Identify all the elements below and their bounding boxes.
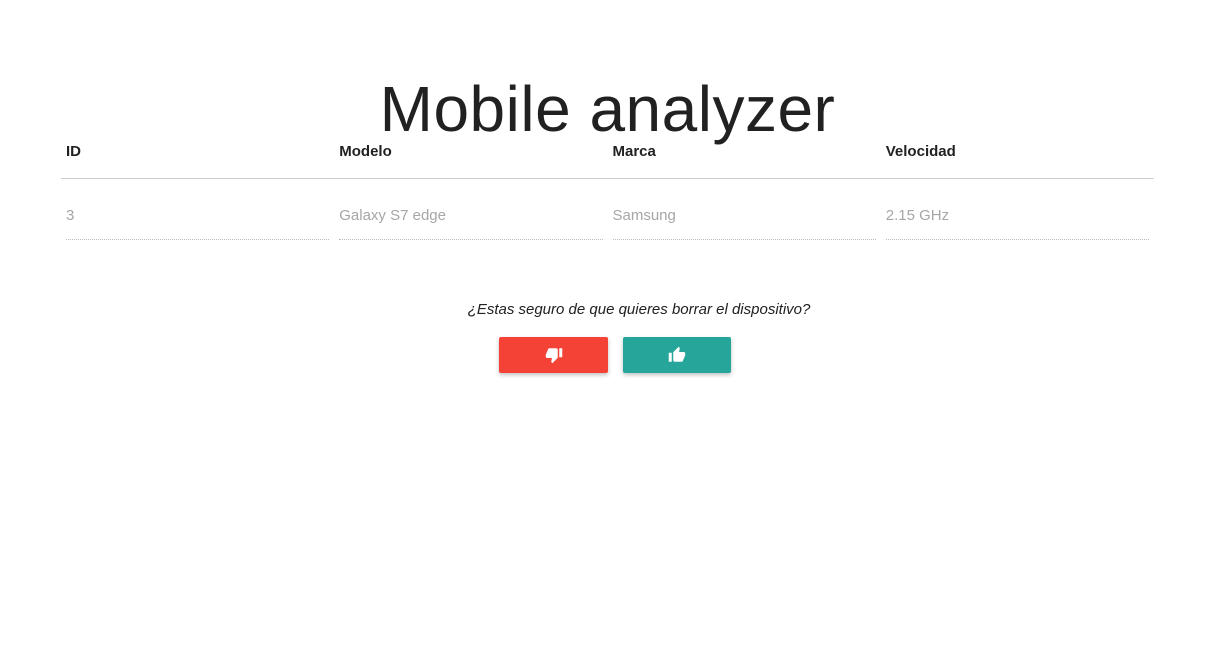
- thumbs-down-icon: [545, 346, 563, 364]
- cell-id: 3: [61, 179, 334, 241]
- marca-field: Samsung: [612, 207, 876, 240]
- thumbs-up-icon: [668, 346, 686, 364]
- column-header-marca: Marca: [612, 143, 656, 160]
- column-header-velocidad: Velocidad: [885, 143, 956, 160]
- confirm-delete-button[interactable]: [623, 337, 731, 373]
- column-header-modelo: Modelo: [339, 143, 392, 160]
- cell-modelo: Galaxy S7 edge: [334, 179, 607, 241]
- cell-velocidad: 2.15 GHz: [881, 179, 1154, 241]
- delete-confirmation-text: ¿Estas seguro de que quieres borrar el d…: [467, 301, 811, 318]
- velocidad-field: 2.15 GHz: [885, 207, 1149, 240]
- device-table: ID Modelo Marca Velocidad 3 Galaxy S7 ed…: [61, 127, 1154, 241]
- column-header-id: ID: [66, 143, 81, 160]
- table-header: ID Modelo Marca Velocidad: [61, 127, 1154, 179]
- cell-marca: Samsung: [608, 179, 881, 241]
- modelo-field: Galaxy S7 edge: [339, 207, 603, 240]
- table-row: 3 Galaxy S7 edge Samsung 2.15 GHz: [61, 179, 1154, 241]
- id-field: 3: [66, 207, 330, 240]
- cancel-delete-button[interactable]: [499, 337, 608, 373]
